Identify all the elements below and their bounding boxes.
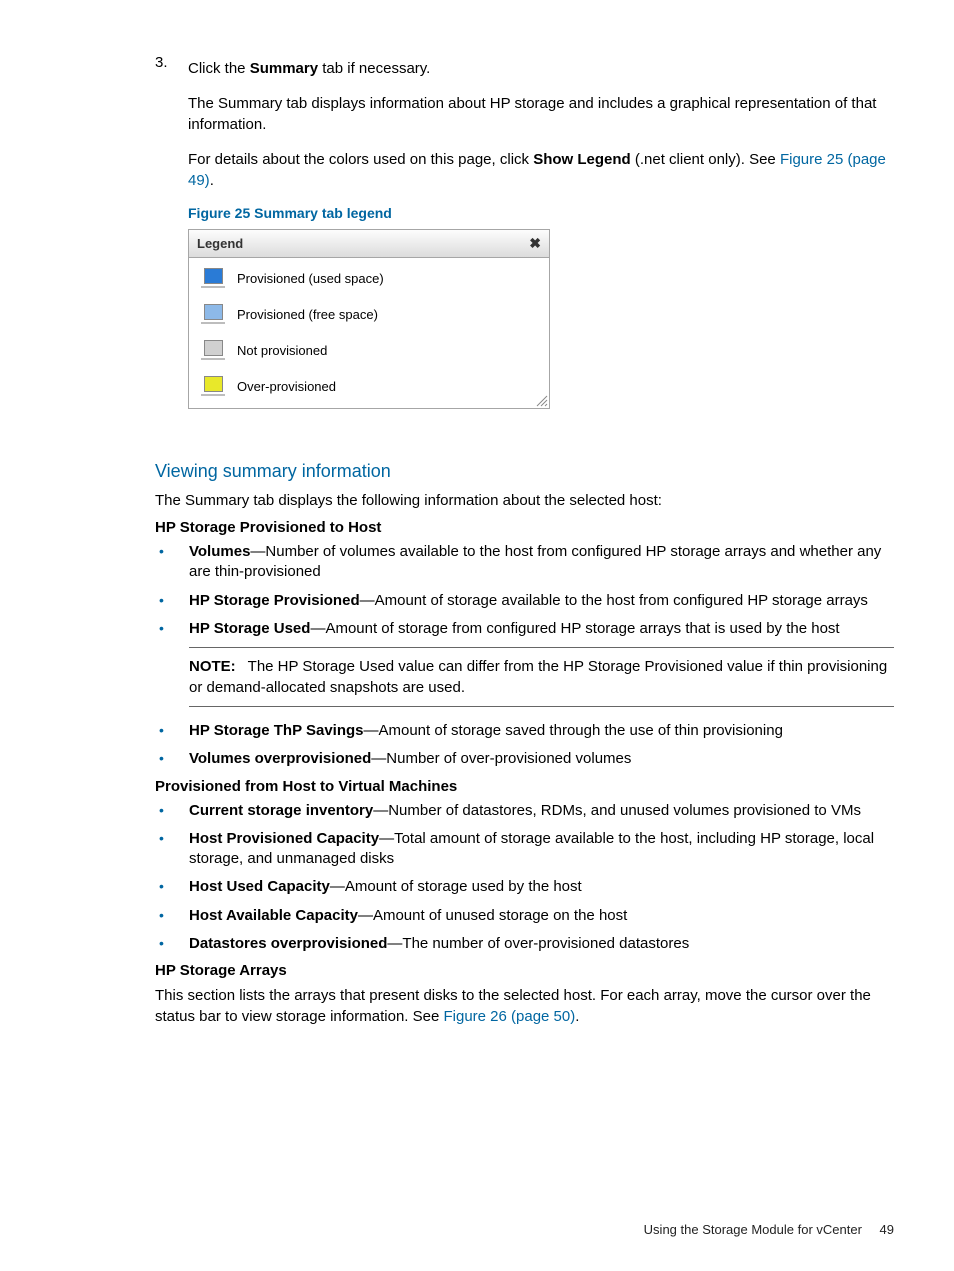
bullet-icon: • — [159, 591, 171, 611]
sec3-para: This section lists the arrays that prese… — [155, 985, 894, 1027]
term: Host Used Capacity — [189, 878, 330, 895]
term: Current storage inventory — [189, 802, 373, 819]
desc: —Number of datastores, RDMs, and unused … — [373, 802, 861, 819]
list-item: Host Available Capacity—Amount of unused… — [189, 906, 894, 926]
desc: —Amount of storage from configured HP st… — [310, 620, 839, 637]
sec3-title: HP Storage Arrays — [155, 962, 894, 979]
step-para1: The Summary tab displays information abo… — [188, 93, 894, 135]
show-legend-bold: Show Legend — [533, 151, 631, 168]
swatch-over-provisioned — [204, 376, 223, 392]
sec1-title: HP Storage Provisioned to Host — [155, 519, 894, 536]
note-text: The HP Storage Used value can differ fro… — [189, 658, 887, 696]
viewing-heading: Viewing summary information — [155, 461, 894, 482]
term: Host Provisioned Capacity — [189, 830, 379, 847]
sec2-title: Provisioned from Host to Virtual Machine… — [155, 778, 894, 795]
desc: —The number of over-provisioned datastor… — [387, 935, 689, 952]
close-icon[interactable]: ✖ — [529, 235, 541, 252]
step-number: 3. — [155, 54, 170, 439]
legend-row: Provisioned (used space) — [201, 268, 537, 288]
legend-label: Provisioned (free space) — [237, 307, 378, 322]
bullet-icon: • — [159, 721, 171, 741]
step-para2-post: (.net client only). See — [631, 151, 780, 168]
term: HP Storage ThP Savings — [189, 722, 364, 739]
term: Host Available Capacity — [189, 907, 358, 924]
bullet-icon: • — [159, 749, 171, 769]
bullet-icon: • — [159, 877, 171, 897]
step-line1-post: tab if necessary. — [318, 60, 430, 77]
legend-label: Over-provisioned — [237, 379, 336, 394]
swatch-provisioned-free — [204, 304, 223, 320]
resize-grip-icon[interactable] — [534, 393, 548, 407]
list-item: Volumes—Number of volumes available to t… — [189, 542, 894, 583]
legend-header: Legend ✖ — [189, 230, 549, 258]
legend-row: Provisioned (free space) — [201, 304, 537, 324]
term: Volumes overprovisioned — [189, 750, 371, 767]
list-item: Host Used Capacity—Amount of storage use… — [189, 877, 894, 897]
bullet-icon: • — [159, 906, 171, 926]
legend-label: Provisioned (used space) — [237, 271, 384, 286]
term: Volumes — [189, 543, 250, 560]
sec3-end: . — [575, 1008, 579, 1025]
list-item: Current storage inventory—Number of data… — [189, 801, 894, 821]
swatch-provisioned-used — [204, 268, 223, 284]
list-item: HP Storage Used—Amount of storage from c… — [189, 619, 894, 639]
page-footer: Using the Storage Module for vCenter 49 — [644, 1222, 894, 1237]
legend-label: Not provisioned — [237, 343, 327, 358]
desc: —Number of over-provisioned volumes — [371, 750, 631, 767]
figure25-caption: Figure 25 Summary tab legend — [188, 205, 894, 221]
list-item: HP Storage Provisioned—Amount of storage… — [189, 591, 894, 611]
legend-row: Over-provisioned — [201, 376, 537, 396]
step-para2-end: . — [210, 172, 214, 189]
bullet-icon: • — [159, 801, 171, 821]
figure26-link[interactable]: Figure 26 (page 50) — [443, 1008, 575, 1025]
desc: —Amount of storage saved through the use… — [364, 722, 783, 739]
bullet-icon: • — [159, 542, 171, 583]
legend-panel: Legend ✖ Provisioned (used space) Provis… — [188, 229, 550, 409]
page-number: 49 — [880, 1222, 894, 1237]
desc: —Number of volumes available to the host… — [189, 543, 881, 580]
desc: —Amount of storage used by the host — [330, 878, 582, 895]
list-item: Datastores overprovisioned—The number of… — [189, 934, 894, 954]
viewing-intro: The Summary tab displays the following i… — [155, 490, 894, 511]
footer-text: Using the Storage Module for vCenter — [644, 1222, 862, 1237]
step-line1: Click the Summary tab if necessary. — [188, 58, 894, 79]
desc: —Amount of unused storage on the host — [358, 907, 627, 924]
swatch-not-provisioned — [204, 340, 223, 356]
note-label: NOTE: — [189, 658, 236, 675]
term: HP Storage Used — [189, 620, 310, 637]
step-content: Click the Summary tab if necessary. The … — [188, 54, 894, 439]
summary-bold: Summary — [250, 60, 318, 77]
term: HP Storage Provisioned — [189, 592, 360, 609]
note-block: NOTE:The HP Storage Used value can diffe… — [189, 647, 894, 707]
bullet-icon: • — [159, 829, 171, 870]
step-para2-pre: For details about the colors used on thi… — [188, 151, 533, 168]
list-item: Host Provisioned Capacity—Total amount o… — [189, 829, 894, 870]
legend-row: Not provisioned — [201, 340, 537, 360]
desc: —Amount of storage available to the host… — [360, 592, 868, 609]
legend-body: Provisioned (used space) Provisioned (fr… — [189, 258, 549, 408]
step-line1-pre: Click the — [188, 60, 250, 77]
bullet-icon: • — [159, 619, 171, 639]
list-item: Volumes overprovisioned—Number of over-p… — [189, 749, 894, 769]
step-para2: For details about the colors used on thi… — [188, 149, 894, 191]
bullet-icon: • — [159, 934, 171, 954]
list-item: HP Storage ThP Savings—Amount of storage… — [189, 721, 894, 741]
term: Datastores overprovisioned — [189, 935, 387, 952]
legend-title: Legend — [197, 236, 243, 251]
